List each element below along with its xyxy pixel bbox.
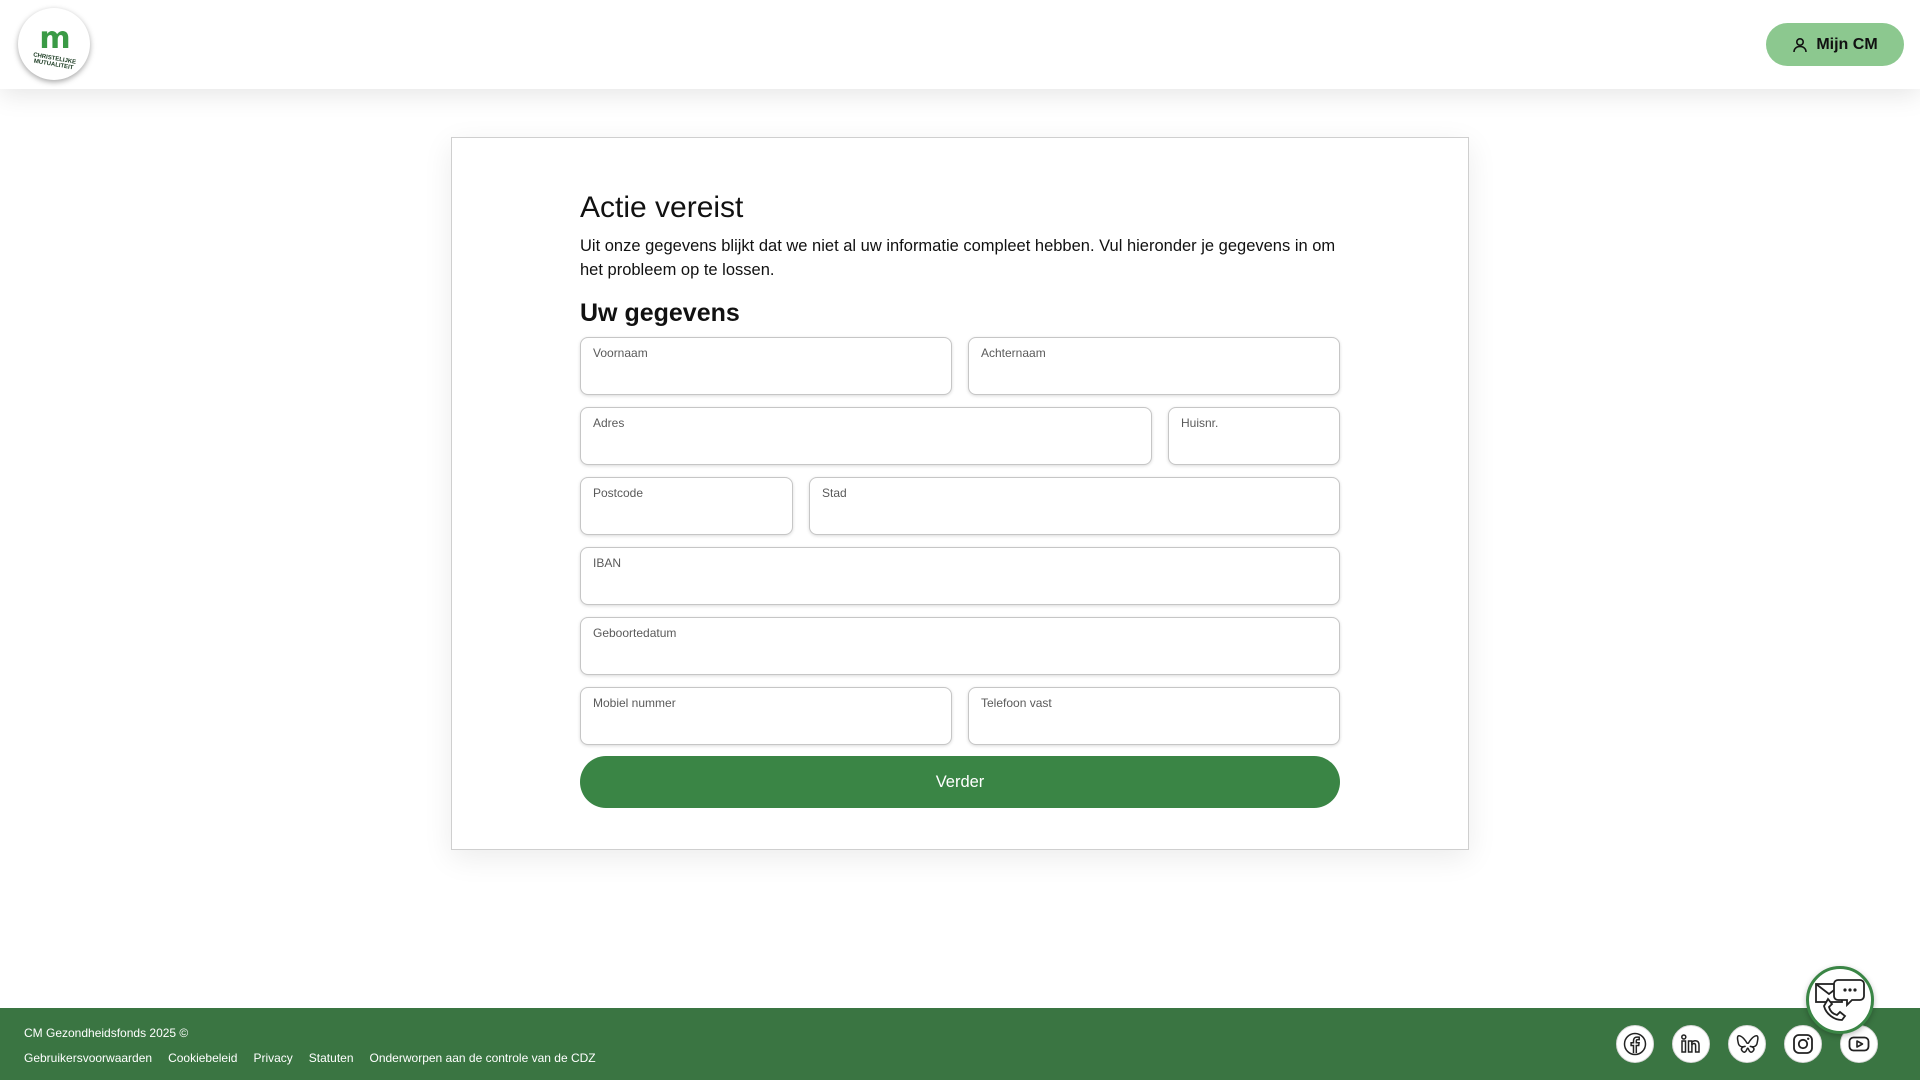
link-privacy[interactable]: Privacy xyxy=(253,1051,292,1065)
adres-label: Adres xyxy=(593,416,625,430)
adres-input[interactable] xyxy=(593,436,1139,456)
instagram-link[interactable] xyxy=(1784,1025,1822,1063)
birthdate-row: Geboortedatum xyxy=(580,617,1340,675)
link-cdz[interactable]: Onderworpen aan de controle van de CDZ xyxy=(370,1051,596,1065)
linkedin-link[interactable] xyxy=(1672,1025,1710,1063)
stad-input[interactable] xyxy=(822,506,1327,526)
mobiel-field[interactable]: Mobiel nummer xyxy=(580,687,952,745)
huisnr-label: Huisnr. xyxy=(1181,416,1219,430)
site-footer: CM Gezondheidsfonds 2025 © Gebruikersvoo… xyxy=(0,1008,1920,1080)
achternaam-label: Achternaam xyxy=(981,346,1046,360)
link-cookiebeleid[interactable]: Cookiebeleid xyxy=(168,1051,237,1065)
intro-text: Uit onze gegevens blijkt dat we niet al … xyxy=(580,237,1336,279)
stad-label: Stad xyxy=(822,486,847,500)
user-icon xyxy=(1793,37,1808,52)
youtube-icon xyxy=(1848,1036,1870,1052)
voornaam-input[interactable] xyxy=(593,366,939,386)
copyright: CM Gezondheidsfonds 2025 © xyxy=(24,1026,189,1040)
adres-field[interactable]: Adres xyxy=(580,407,1152,465)
form-card: Actie vereist Uit onze gegevens blijkt d… xyxy=(451,137,1469,850)
cm-logo[interactable]: m CHRISTELIJKE MUTUALITEIT xyxy=(18,8,90,80)
achternaam-input[interactable] xyxy=(981,366,1327,386)
instagram-icon xyxy=(1793,1034,1813,1054)
chat-icon xyxy=(1815,979,1865,1021)
bluesky-icon xyxy=(1736,1034,1759,1053)
postcode-field[interactable]: Postcode xyxy=(580,477,793,535)
iban-input[interactable] xyxy=(593,576,1327,596)
form-content: Actie vereist Uit onze gegevens blijkt d… xyxy=(580,190,1340,808)
telefoon-field[interactable]: Telefoon vast xyxy=(968,687,1340,745)
name-row: Voornaam Achternaam xyxy=(580,337,1340,395)
link-statuten[interactable]: Statuten xyxy=(309,1051,354,1065)
linkedin-icon xyxy=(1681,1034,1700,1053)
geboortedatum-input[interactable] xyxy=(593,646,1327,666)
voornaam-field[interactable]: Voornaam xyxy=(580,337,952,395)
huisnr-input[interactable] xyxy=(1181,436,1327,456)
postcode-label: Postcode xyxy=(593,486,644,500)
section-title: Uw gegevens xyxy=(580,299,740,327)
link-gebruikersvoorwaarden[interactable]: Gebruikersvoorwaarden xyxy=(24,1051,152,1065)
telefoon-label: Telefoon vast xyxy=(981,696,1052,710)
iban-row: IBAN xyxy=(580,547,1340,605)
footer-links: Gebruikersvoorwaarden Cookiebeleid Priva… xyxy=(24,1051,596,1065)
mijn-cm-button[interactable]: Mijn CM xyxy=(1766,23,1904,66)
bluesky-link[interactable] xyxy=(1728,1025,1766,1063)
address-row: Adres Huisnr. xyxy=(580,407,1340,465)
page-title: Actie vereist xyxy=(580,191,744,224)
huisnr-field[interactable]: Huisnr. xyxy=(1168,407,1340,465)
achternaam-field[interactable]: Achternaam xyxy=(968,337,1340,395)
mobiel-input[interactable] xyxy=(593,716,939,736)
geboortedatum-label: Geboortedatum xyxy=(593,626,677,640)
chat-button[interactable] xyxy=(1806,966,1874,1034)
voornaam-label: Voornaam xyxy=(593,346,648,360)
verder-button[interactable]: Verder xyxy=(580,756,1340,808)
geboortedatum-field[interactable]: Geboortedatum xyxy=(580,617,1340,675)
mijn-cm-label: Mijn CM xyxy=(1816,35,1878,53)
city-row: Postcode Stad xyxy=(580,477,1340,535)
phone-row: Mobiel nummer Telefoon vast xyxy=(580,687,1340,745)
logo-mark: m xyxy=(39,21,70,56)
facebook-link[interactable] xyxy=(1616,1025,1654,1063)
stad-field[interactable]: Stad xyxy=(809,477,1340,535)
site-header: m CHRISTELIJKE MUTUALITEIT Mijn CM xyxy=(0,0,1920,89)
iban-field[interactable]: IBAN xyxy=(580,547,1340,605)
postcode-input[interactable] xyxy=(593,506,780,526)
telefoon-input[interactable] xyxy=(981,716,1327,736)
facebook-icon xyxy=(1623,1032,1647,1056)
iban-label: IBAN xyxy=(593,556,622,570)
mobiel-label: Mobiel nummer xyxy=(593,696,676,710)
